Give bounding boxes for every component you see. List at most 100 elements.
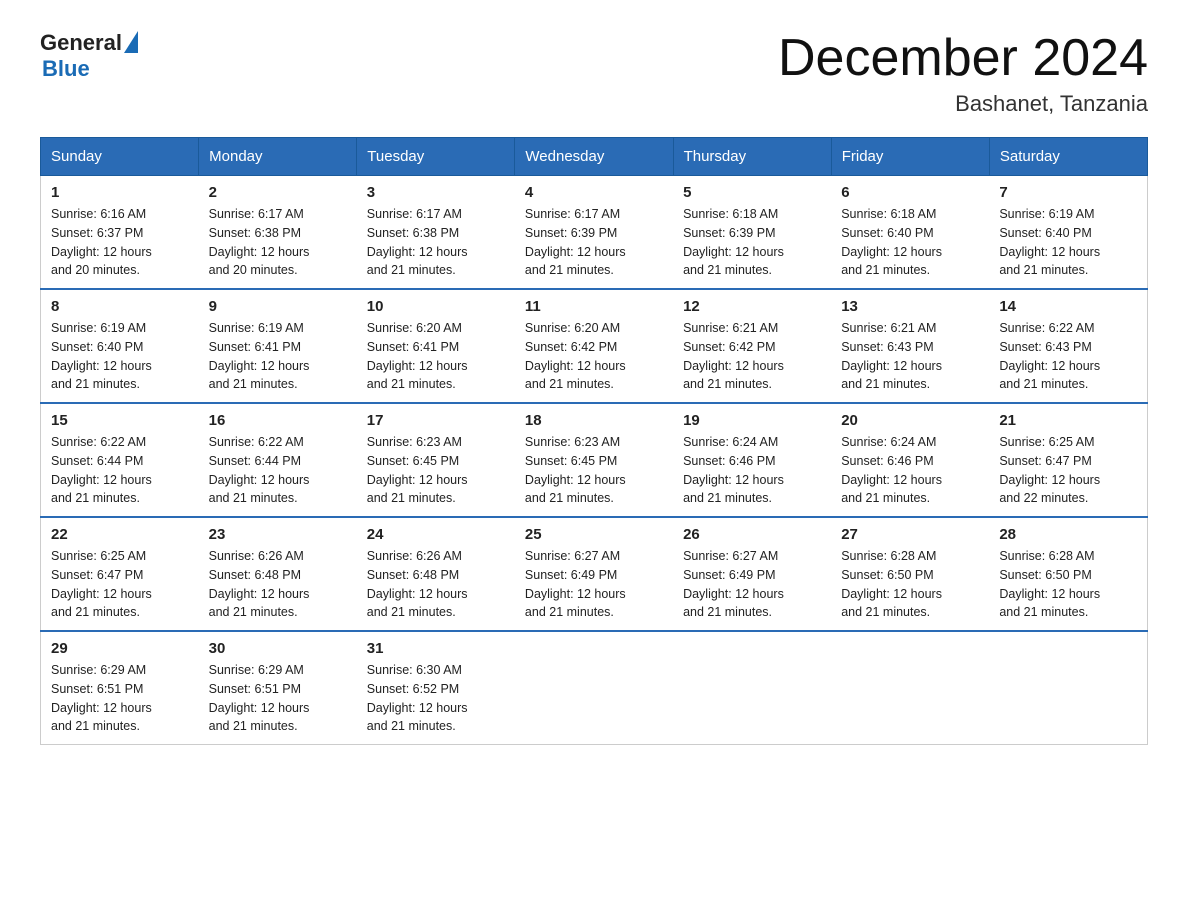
calendar-cell xyxy=(831,631,989,745)
day-number: 1 xyxy=(51,184,189,201)
day-number: 19 xyxy=(683,412,821,429)
calendar-cell: 5 Sunrise: 6:18 AMSunset: 6:39 PMDayligh… xyxy=(673,176,831,290)
location-title: Bashanet, Tanzania xyxy=(778,91,1148,117)
day-info: Sunrise: 6:21 AMSunset: 6:42 PMDaylight:… xyxy=(683,319,821,394)
calendar-cell: 23 Sunrise: 6:26 AMSunset: 6:48 PMDaylig… xyxy=(199,517,357,631)
calendar-cell: 8 Sunrise: 6:19 AMSunset: 6:40 PMDayligh… xyxy=(41,289,199,403)
day-number: 11 xyxy=(525,298,663,315)
day-info: Sunrise: 6:28 AMSunset: 6:50 PMDaylight:… xyxy=(841,547,979,622)
calendar-cell: 20 Sunrise: 6:24 AMSunset: 6:46 PMDaylig… xyxy=(831,403,989,517)
weekday-header-row: SundayMondayTuesdayWednesdayThursdayFrid… xyxy=(41,138,1148,176)
day-info: Sunrise: 6:17 AMSunset: 6:38 PMDaylight:… xyxy=(209,205,347,280)
calendar-cell: 3 Sunrise: 6:17 AMSunset: 6:38 PMDayligh… xyxy=(357,176,515,290)
calendar-cell: 12 Sunrise: 6:21 AMSunset: 6:42 PMDaylig… xyxy=(673,289,831,403)
calendar-cell: 21 Sunrise: 6:25 AMSunset: 6:47 PMDaylig… xyxy=(989,403,1147,517)
calendar-cell: 25 Sunrise: 6:27 AMSunset: 6:49 PMDaylig… xyxy=(515,517,673,631)
day-info: Sunrise: 6:16 AMSunset: 6:37 PMDaylight:… xyxy=(51,205,189,280)
day-info: Sunrise: 6:18 AMSunset: 6:40 PMDaylight:… xyxy=(841,205,979,280)
day-info: Sunrise: 6:25 AMSunset: 6:47 PMDaylight:… xyxy=(999,433,1137,508)
calendar-cell: 15 Sunrise: 6:22 AMSunset: 6:44 PMDaylig… xyxy=(41,403,199,517)
calendar-cell: 6 Sunrise: 6:18 AMSunset: 6:40 PMDayligh… xyxy=(831,176,989,290)
week-row-1: 1 Sunrise: 6:16 AMSunset: 6:37 PMDayligh… xyxy=(41,176,1148,290)
day-info: Sunrise: 6:19 AMSunset: 6:40 PMDaylight:… xyxy=(51,319,189,394)
day-number: 13 xyxy=(841,298,979,315)
day-info: Sunrise: 6:22 AMSunset: 6:44 PMDaylight:… xyxy=(209,433,347,508)
logo: General Blue xyxy=(40,30,138,82)
day-number: 17 xyxy=(367,412,505,429)
month-title: December 2024 xyxy=(778,30,1148,87)
day-number: 20 xyxy=(841,412,979,429)
day-info: Sunrise: 6:19 AMSunset: 6:41 PMDaylight:… xyxy=(209,319,347,394)
title-area: December 2024 Bashanet, Tanzania xyxy=(778,30,1148,117)
calendar-cell: 27 Sunrise: 6:28 AMSunset: 6:50 PMDaylig… xyxy=(831,517,989,631)
day-info: Sunrise: 6:23 AMSunset: 6:45 PMDaylight:… xyxy=(367,433,505,508)
calendar-cell: 11 Sunrise: 6:20 AMSunset: 6:42 PMDaylig… xyxy=(515,289,673,403)
day-info: Sunrise: 6:22 AMSunset: 6:43 PMDaylight:… xyxy=(999,319,1137,394)
day-info: Sunrise: 6:17 AMSunset: 6:38 PMDaylight:… xyxy=(367,205,505,280)
calendar-cell: 4 Sunrise: 6:17 AMSunset: 6:39 PMDayligh… xyxy=(515,176,673,290)
day-number: 22 xyxy=(51,526,189,543)
day-info: Sunrise: 6:19 AMSunset: 6:40 PMDaylight:… xyxy=(999,205,1137,280)
logo-blue-text: Blue xyxy=(42,56,90,82)
calendar-cell xyxy=(673,631,831,745)
day-number: 25 xyxy=(525,526,663,543)
day-number: 15 xyxy=(51,412,189,429)
week-row-4: 22 Sunrise: 6:25 AMSunset: 6:47 PMDaylig… xyxy=(41,517,1148,631)
weekday-header-wednesday: Wednesday xyxy=(515,138,673,176)
calendar-cell: 16 Sunrise: 6:22 AMSunset: 6:44 PMDaylig… xyxy=(199,403,357,517)
calendar-cell: 29 Sunrise: 6:29 AMSunset: 6:51 PMDaylig… xyxy=(41,631,199,745)
day-number: 9 xyxy=(209,298,347,315)
calendar-cell: 13 Sunrise: 6:21 AMSunset: 6:43 PMDaylig… xyxy=(831,289,989,403)
day-info: Sunrise: 6:24 AMSunset: 6:46 PMDaylight:… xyxy=(841,433,979,508)
weekday-header-friday: Friday xyxy=(831,138,989,176)
weekday-header-sunday: Sunday xyxy=(41,138,199,176)
weekday-header-thursday: Thursday xyxy=(673,138,831,176)
day-number: 24 xyxy=(367,526,505,543)
calendar-cell xyxy=(515,631,673,745)
day-info: Sunrise: 6:27 AMSunset: 6:49 PMDaylight:… xyxy=(525,547,663,622)
week-row-2: 8 Sunrise: 6:19 AMSunset: 6:40 PMDayligh… xyxy=(41,289,1148,403)
day-number: 3 xyxy=(367,184,505,201)
calendar-cell: 26 Sunrise: 6:27 AMSunset: 6:49 PMDaylig… xyxy=(673,517,831,631)
day-number: 5 xyxy=(683,184,821,201)
day-info: Sunrise: 6:30 AMSunset: 6:52 PMDaylight:… xyxy=(367,661,505,736)
day-number: 12 xyxy=(683,298,821,315)
calendar-cell: 30 Sunrise: 6:29 AMSunset: 6:51 PMDaylig… xyxy=(199,631,357,745)
calendar-cell: 9 Sunrise: 6:19 AMSunset: 6:41 PMDayligh… xyxy=(199,289,357,403)
weekday-header-monday: Monday xyxy=(199,138,357,176)
calendar-cell: 31 Sunrise: 6:30 AMSunset: 6:52 PMDaylig… xyxy=(357,631,515,745)
weekday-header-tuesday: Tuesday xyxy=(357,138,515,176)
day-number: 8 xyxy=(51,298,189,315)
day-number: 27 xyxy=(841,526,979,543)
calendar-cell: 19 Sunrise: 6:24 AMSunset: 6:46 PMDaylig… xyxy=(673,403,831,517)
week-row-3: 15 Sunrise: 6:22 AMSunset: 6:44 PMDaylig… xyxy=(41,403,1148,517)
calendar-cell: 10 Sunrise: 6:20 AMSunset: 6:41 PMDaylig… xyxy=(357,289,515,403)
calendar-cell: 22 Sunrise: 6:25 AMSunset: 6:47 PMDaylig… xyxy=(41,517,199,631)
day-info: Sunrise: 6:26 AMSunset: 6:48 PMDaylight:… xyxy=(367,547,505,622)
day-number: 6 xyxy=(841,184,979,201)
logo-triangle-icon xyxy=(124,31,138,53)
day-number: 21 xyxy=(999,412,1137,429)
day-number: 31 xyxy=(367,640,505,657)
calendar-cell: 7 Sunrise: 6:19 AMSunset: 6:40 PMDayligh… xyxy=(989,176,1147,290)
day-number: 7 xyxy=(999,184,1137,201)
calendar-table: SundayMondayTuesdayWednesdayThursdayFrid… xyxy=(40,137,1148,745)
day-info: Sunrise: 6:17 AMSunset: 6:39 PMDaylight:… xyxy=(525,205,663,280)
calendar-cell: 17 Sunrise: 6:23 AMSunset: 6:45 PMDaylig… xyxy=(357,403,515,517)
day-info: Sunrise: 6:22 AMSunset: 6:44 PMDaylight:… xyxy=(51,433,189,508)
calendar-cell: 2 Sunrise: 6:17 AMSunset: 6:38 PMDayligh… xyxy=(199,176,357,290)
day-info: Sunrise: 6:29 AMSunset: 6:51 PMDaylight:… xyxy=(51,661,189,736)
day-info: Sunrise: 6:26 AMSunset: 6:48 PMDaylight:… xyxy=(209,547,347,622)
day-number: 4 xyxy=(525,184,663,201)
logo-general-text: General xyxy=(40,30,122,56)
calendar-cell: 18 Sunrise: 6:23 AMSunset: 6:45 PMDaylig… xyxy=(515,403,673,517)
day-info: Sunrise: 6:27 AMSunset: 6:49 PMDaylight:… xyxy=(683,547,821,622)
calendar-cell: 1 Sunrise: 6:16 AMSunset: 6:37 PMDayligh… xyxy=(41,176,199,290)
calendar-cell: 14 Sunrise: 6:22 AMSunset: 6:43 PMDaylig… xyxy=(989,289,1147,403)
header: General Blue December 2024 Bashanet, Tan… xyxy=(40,30,1148,117)
day-number: 10 xyxy=(367,298,505,315)
weekday-header-saturday: Saturday xyxy=(989,138,1147,176)
calendar-cell: 24 Sunrise: 6:26 AMSunset: 6:48 PMDaylig… xyxy=(357,517,515,631)
day-info: Sunrise: 6:25 AMSunset: 6:47 PMDaylight:… xyxy=(51,547,189,622)
day-number: 14 xyxy=(999,298,1137,315)
